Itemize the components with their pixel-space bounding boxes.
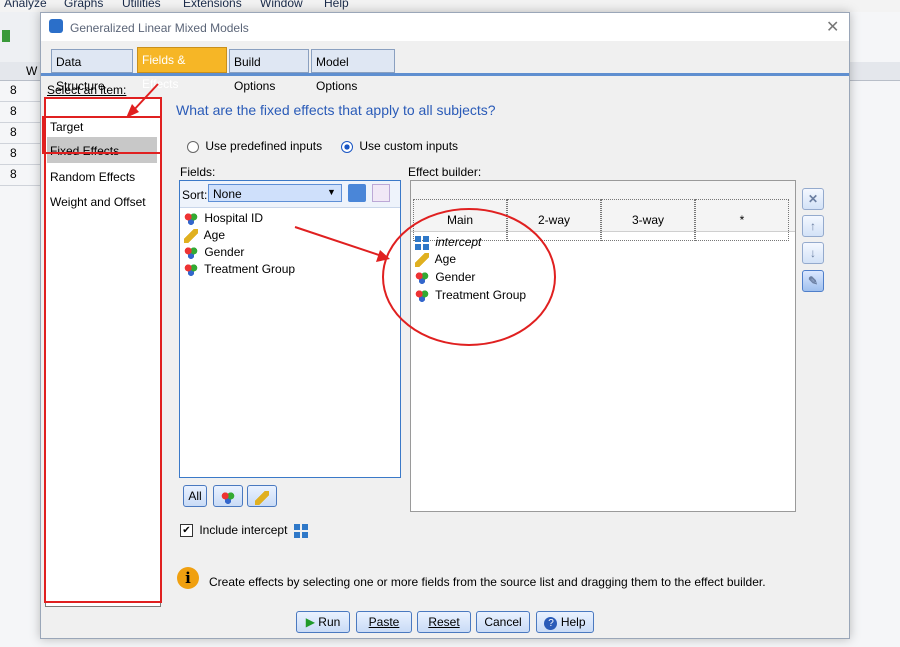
annotation-circle-effects (382, 208, 556, 346)
annotation-arrow-fields (294, 226, 383, 257)
annotation-overlay (126, 83, 556, 346)
annotation-arrow-tab (131, 83, 159, 113)
